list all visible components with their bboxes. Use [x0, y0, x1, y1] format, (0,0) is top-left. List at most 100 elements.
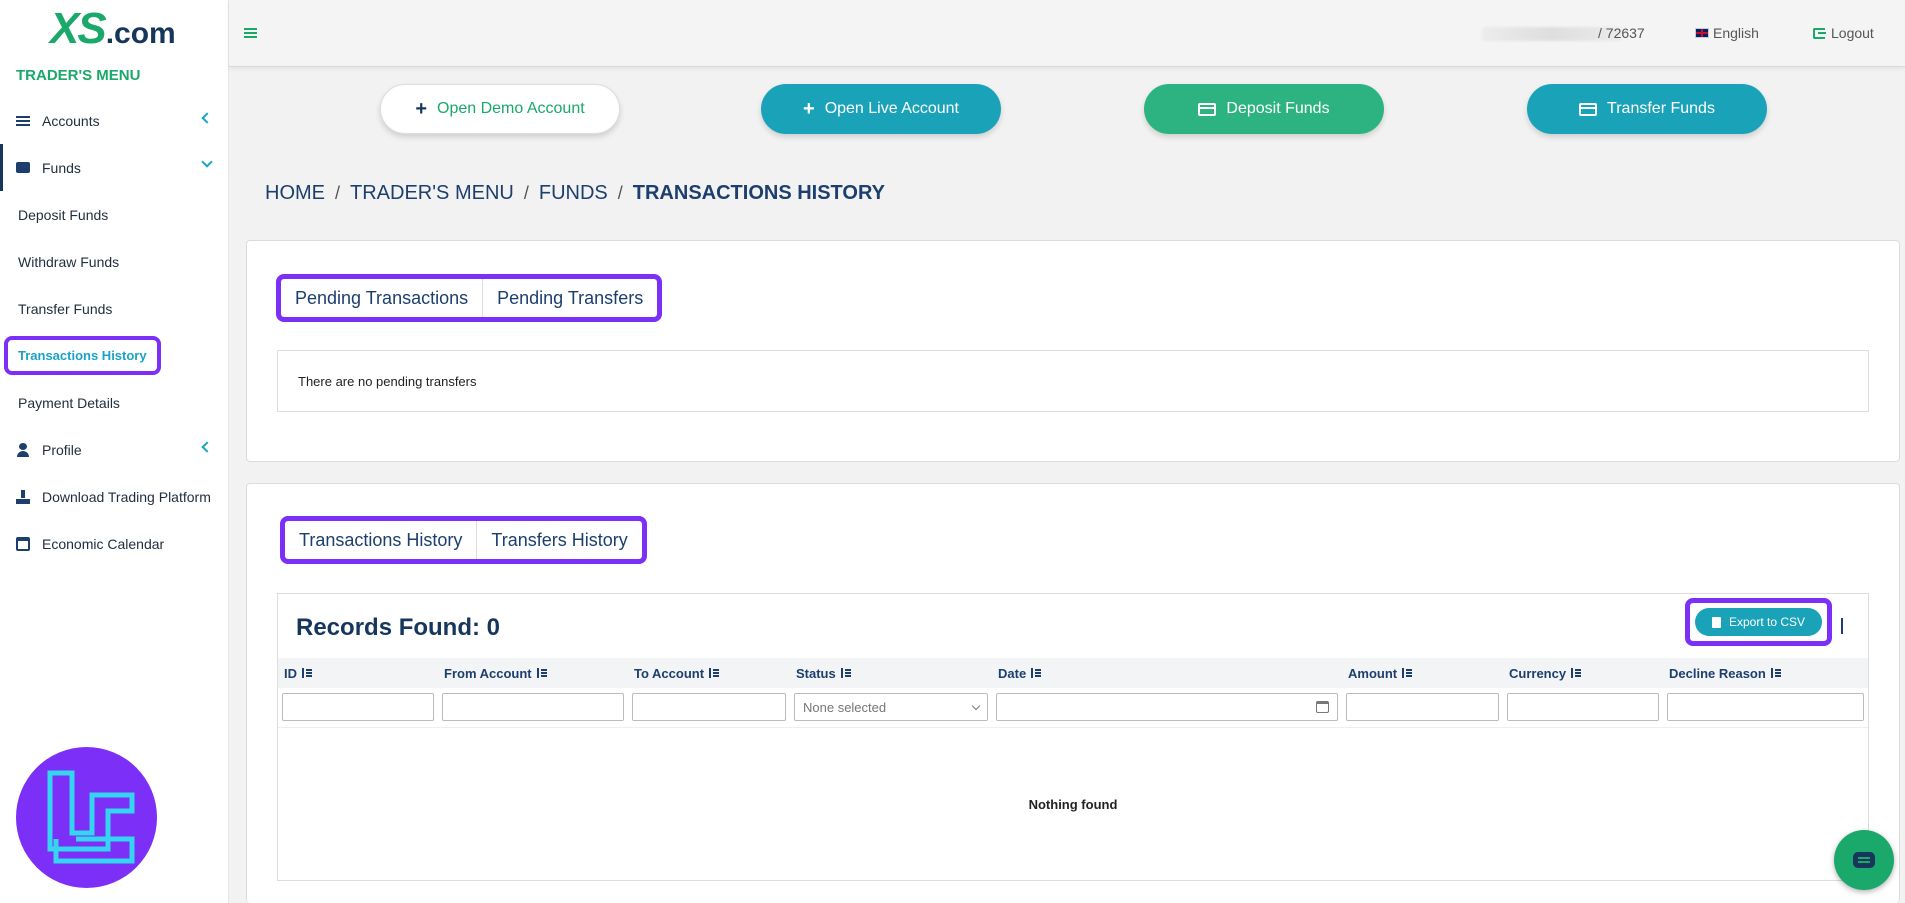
calendar-icon [16, 536, 30, 551]
file-icon [1711, 616, 1721, 628]
sidebar-subitem-label: Transactions History [4, 336, 161, 375]
chevron-down-icon [971, 701, 981, 710]
sidebar-item-accounts[interactable]: Accounts [0, 97, 229, 144]
transfer-funds-button[interactable]: Transfer Funds [1527, 84, 1767, 134]
filter-date-picker[interactable] [996, 693, 1338, 721]
language-selector[interactable]: English [1695, 25, 1759, 41]
column-header-from-account[interactable]: From Account [438, 658, 628, 688]
tc-watermark-logo [16, 747, 157, 888]
sort-icon [1030, 668, 1042, 678]
history-table: Records Found: 0 Export to CSV ID From A… [277, 593, 1869, 881]
tab-transfers-history[interactable]: Transfers History [476, 521, 641, 559]
sidebar: XS .com TRADER'S MENU Accounts Funds Dep… [0, 0, 229, 903]
sidebar-item-label: Economic Calendar [42, 535, 165, 552]
hamburger-menu-icon[interactable] [244, 28, 257, 30]
language-label: English [1713, 25, 1759, 41]
breadcrumb-traders-menu[interactable]: TRADER'S MENU [350, 182, 514, 205]
filter-currency-input[interactable] [1507, 693, 1659, 721]
sidebar-subitem-transfer-funds[interactable]: Transfer Funds [0, 285, 229, 332]
calendar-icon [1316, 701, 1329, 713]
pending-empty-message: There are no pending transfers [277, 350, 1869, 412]
column-header-amount[interactable]: Amount [1342, 658, 1503, 688]
credit-card-icon [1198, 102, 1217, 116]
breadcrumb-separator: / [335, 183, 341, 203]
breadcrumb: HOME / TRADER'S MENU / FUNDS / TRANSACTI… [265, 182, 885, 205]
column-label: Amount [1348, 665, 1398, 681]
button-label: Deposit Funds [1226, 100, 1330, 117]
column-toggle-icon[interactable] [1841, 618, 1843, 634]
filter-to-account-input[interactable] [632, 693, 786, 721]
column-header-decline-reason[interactable]: Decline Reason [1663, 658, 1868, 688]
column-header-id[interactable]: ID [278, 658, 438, 688]
column-label: To Account [634, 665, 705, 681]
sort-icon [1770, 668, 1781, 678]
wallet-icon [16, 162, 30, 173]
breadcrumb-separator: / [523, 183, 529, 203]
tab-pending-transfers[interactable]: Pending Transfers [482, 279, 657, 317]
breadcrumb-separator: / [617, 183, 623, 203]
logout-button[interactable]: Logout [1813, 25, 1874, 41]
column-header-currency[interactable]: Currency [1503, 658, 1663, 688]
breadcrumb-current: TRANSACTIONS HISTORY [632, 182, 886, 204]
open-live-account-button[interactable]: + Open Live Account [761, 84, 1001, 134]
filter-decline-reason-input[interactable] [1667, 693, 1864, 721]
xs-logo[interactable]: XS .com [50, 4, 176, 54]
sidebar-item-label: Download Trading Platform [42, 488, 211, 505]
column-header-date[interactable]: Date [992, 658, 1342, 688]
records-found: Records Found: 0 [296, 614, 501, 641]
plus-icon: + [415, 98, 428, 120]
logo-suffix: .com [105, 17, 176, 50]
sidebar-subitem-deposit-funds[interactable]: Deposit Funds [0, 191, 229, 238]
sidebar-item-funds[interactable]: Funds [0, 144, 229, 191]
logout-label: Logout [1831, 25, 1874, 41]
chevron-left-icon [201, 112, 213, 124]
chat-button[interactable] [1834, 830, 1894, 890]
pending-panel: Pending Transactions Pending Transfers T… [246, 240, 1900, 462]
column-label: Date [998, 665, 1027, 681]
chevron-left-icon [201, 441, 213, 453]
tab-pending-transactions[interactable]: Pending Transactions [281, 279, 482, 317]
sidebar-item-label: Funds [42, 159, 81, 176]
column-label: Currency [1509, 665, 1567, 681]
sidebar-subitem-label: Withdraw Funds [18, 253, 120, 270]
sort-icon [840, 668, 851, 678]
status-select-value: None selected [803, 699, 887, 715]
open-demo-account-button[interactable]: + Open Demo Account [380, 84, 620, 134]
column-label: From Account [444, 665, 532, 681]
filter-amount-input[interactable] [1346, 693, 1499, 721]
account-number: / 72637 [1598, 25, 1645, 41]
button-label: Open Demo Account [437, 100, 585, 117]
sort-icon [1570, 668, 1582, 678]
list-icon [16, 114, 30, 128]
filter-status-select[interactable]: None selected [794, 693, 988, 721]
top-header: / 72637 English Logout [229, 0, 1905, 67]
button-label: Export to CSV [1728, 615, 1806, 629]
tab-transactions-history[interactable]: Transactions History [285, 521, 476, 559]
sidebar-subitem-label: Deposit Funds [18, 206, 109, 223]
sidebar-menu: Accounts Funds Deposit Funds Withdraw Fu… [0, 97, 229, 567]
filter-from-account-input[interactable] [442, 693, 624, 721]
sidebar-subitem-payment-details[interactable]: Payment Details [0, 379, 229, 426]
pending-tabs: Pending Transactions Pending Transfers [276, 274, 663, 322]
sidebar-subitem-transactions-history[interactable]: Transactions History [0, 332, 229, 379]
column-header-to-account[interactable]: To Account [628, 658, 790, 688]
column-header-status[interactable]: Status [790, 658, 992, 688]
sidebar-item-download-platform[interactable]: Download Trading Platform [0, 473, 229, 520]
export-csv-button[interactable]: Export to CSV [1695, 608, 1822, 636]
sidebar-subitem-withdraw-funds[interactable]: Withdraw Funds [0, 238, 229, 285]
sidebar-item-label: Accounts [42, 112, 100, 129]
filter-id-input[interactable] [282, 693, 434, 721]
sort-icon [301, 668, 312, 678]
chat-icon [1853, 852, 1875, 868]
credit-card-icon [1579, 102, 1598, 116]
logo-text: XS [50, 4, 107, 53]
sidebar-item-profile[interactable]: Profile [0, 426, 229, 473]
breadcrumb-home[interactable]: HOME [265, 182, 325, 205]
history-panel: Transactions History Transfers History R… [246, 483, 1900, 903]
breadcrumb-funds[interactable]: FUNDS [539, 182, 608, 205]
deposit-funds-button[interactable]: Deposit Funds [1144, 84, 1384, 134]
uk-flag-icon [1695, 28, 1709, 38]
sidebar-item-economic-calendar[interactable]: Economic Calendar [0, 520, 229, 567]
table-header: ID From Account To Account Status Date A… [278, 658, 1868, 688]
sort-icon [536, 668, 547, 678]
